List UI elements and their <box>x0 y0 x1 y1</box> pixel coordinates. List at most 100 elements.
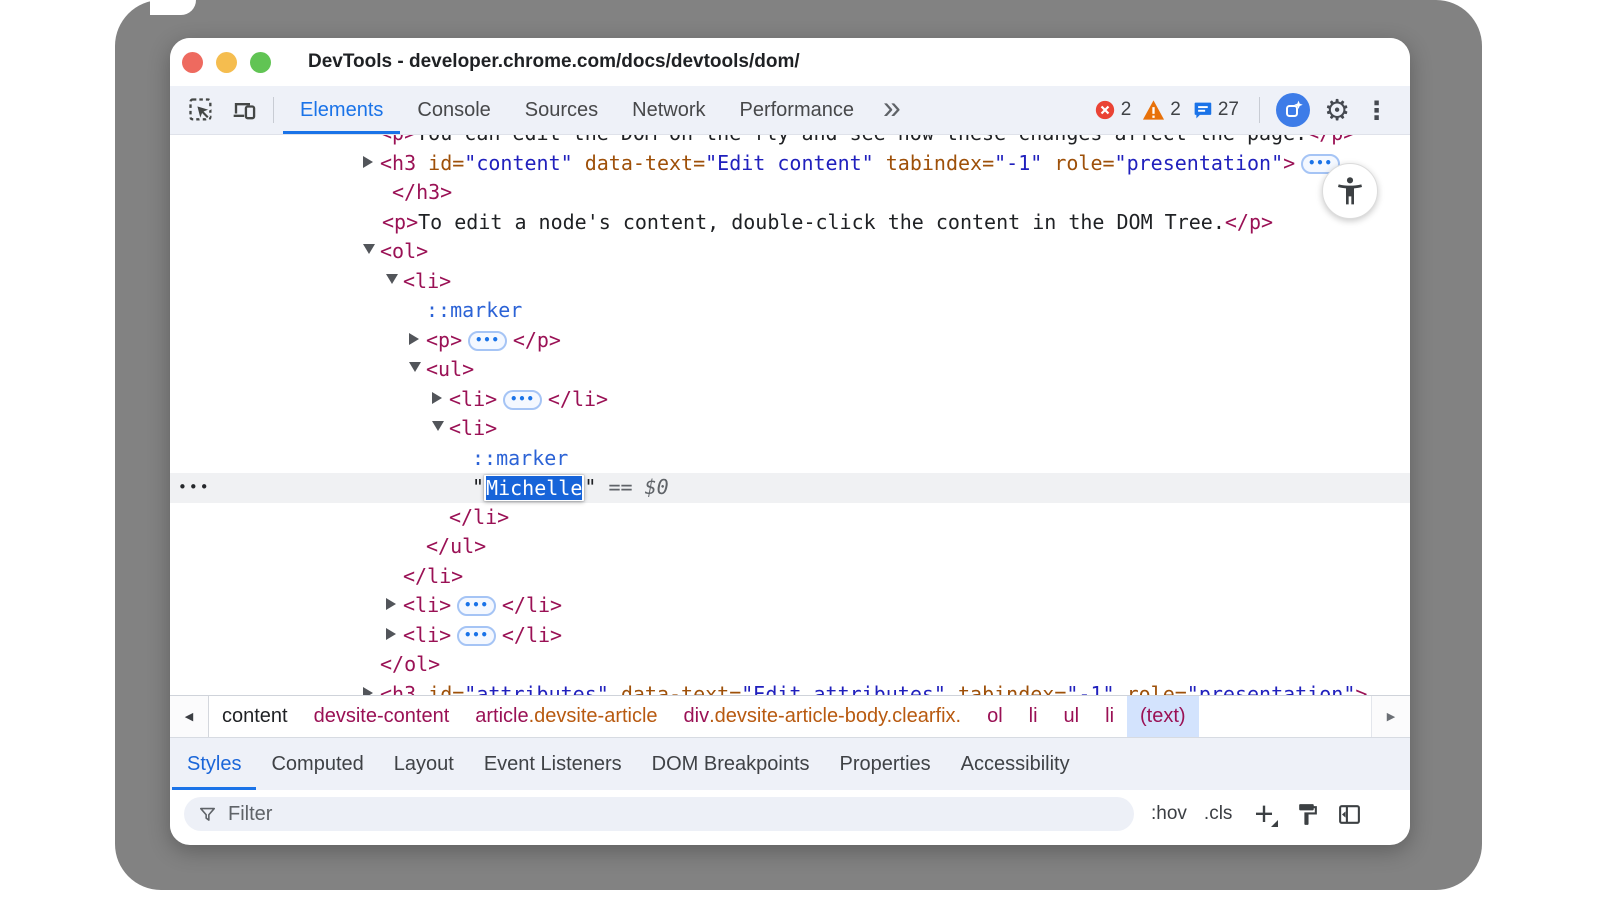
node-pseudo: ::marker <box>472 446 568 470</box>
expand-arrow-down-icon[interactable] <box>409 362 421 372</box>
toolbar-divider <box>273 97 274 123</box>
expand-arrow-down-icon[interactable] <box>363 244 375 254</box>
dom-tree-row[interactable]: <ul> <box>170 355 1410 385</box>
dom-tree-row[interactable]: </ul> <box>170 532 1410 562</box>
devtools-window: DevTools - developer.chrome.com/docs/dev… <box>170 38 1410 845</box>
zoom-window-button[interactable] <box>250 52 271 73</box>
dom-tree-row[interactable]: <li> <box>170 267 1410 297</box>
node-tag: <li> <box>449 387 497 411</box>
expand-arrow-right-icon[interactable] <box>363 687 373 696</box>
breadcrumb-item-div[interactable]: div.devsite-article-body.clearfix. <box>671 696 975 737</box>
expand-arrow-right-icon[interactable] <box>432 392 442 404</box>
expand-arrow-right-icon[interactable] <box>386 598 396 610</box>
issues-count: 27 <box>1218 99 1239 121</box>
toggle-sidebar-icon[interactable] <box>1337 802 1362 827</box>
dom-tree-row[interactable]: </ol> <box>170 650 1410 680</box>
breadcrumb-item-article[interactable]: article.devsite-article <box>462 696 670 737</box>
dom-tree-row[interactable]: <p>To edit a node's content, double-clic… <box>170 208 1410 238</box>
accessibility-person-icon[interactable] <box>1322 163 1378 219</box>
issues-icon[interactable] <box>1192 100 1213 121</box>
inline-text-editor[interactable]: Michelle <box>484 475 584 501</box>
node-tag: </p> <box>1225 210 1273 234</box>
node-tag: </li> <box>403 564 463 588</box>
dom-tree-row[interactable]: <p>•••</p> <box>170 326 1410 356</box>
node-tag: </li> <box>548 387 608 411</box>
tab-elements[interactable]: Elements <box>283 86 400 134</box>
expand-arrow-down-icon[interactable] <box>386 274 398 284</box>
pane-tab-dom-breakpoints[interactable]: DOM Breakpoints <box>637 738 825 790</box>
pane-tab-layout[interactable]: Layout <box>379 738 469 790</box>
inline-expand-icon[interactable]: ••• <box>457 626 496 646</box>
settings-gear-icon[interactable]: ⚙ <box>1324 96 1350 125</box>
pseudo-state-toggle[interactable]: :hov <box>1151 803 1187 825</box>
node-tag: <li> <box>403 269 451 293</box>
filter-input[interactable] <box>226 802 1120 827</box>
close-window-button[interactable] <box>182 52 203 73</box>
dom-tree-row[interactable]: "Michelle" == $0••• <box>170 473 1410 503</box>
dom-tree-row[interactable]: </h3> <box>170 178 1410 208</box>
dom-tree-row[interactable]: <h3 id="content" data-text="Edit content… <box>170 149 1410 179</box>
filter-input-pill[interactable] <box>184 797 1134 831</box>
more-menu-icon[interactable]: ⋮ <box>1364 98 1389 123</box>
inline-expand-icon[interactable]: ••• <box>468 331 507 351</box>
tab-sources[interactable]: Sources <box>508 86 615 134</box>
dom-tree-row[interactable]: <li>•••</li> <box>170 621 1410 651</box>
tab-network[interactable]: Network <box>615 86 722 134</box>
tab-performance[interactable]: Performance <box>723 86 872 134</box>
minimize-window-button[interactable] <box>216 52 237 73</box>
tab-console[interactable]: Console <box>400 86 507 134</box>
expand-arrow-right-icon[interactable] <box>386 628 396 640</box>
breadcrumb-item-content[interactable]: content <box>209 696 301 737</box>
expand-arrow-right-icon[interactable] <box>363 156 373 168</box>
inspect-icon[interactable] <box>187 96 215 124</box>
pane-tab-event-listeners[interactable]: Event Listeners <box>469 738 637 790</box>
dom-tree-row[interactable]: <li>•••</li> <box>170 591 1410 621</box>
dom-tree-row[interactable]: <li> ••• </li> <box>170 385 1410 415</box>
crumb-part: ul <box>1064 705 1080 728</box>
dom-tree-row[interactable]: <li> <box>170 414 1410 444</box>
breadcrumb-item-ul[interactable]: ul <box>1051 696 1093 737</box>
new-style-rule-button[interactable]: + <box>1254 801 1277 827</box>
ai-assistance-icon[interactable] <box>1276 93 1310 127</box>
row-more-actions-icon[interactable]: ••• <box>178 473 211 503</box>
breadcrumb-item-ol[interactable]: ol <box>974 696 1016 737</box>
dom-tree-row[interactable]: ::marker <box>170 296 1410 326</box>
class-toggle[interactable]: .cls <box>1204 803 1233 825</box>
dom-tree-row[interactable]: </li> <box>170 503 1410 533</box>
crumb-part: (text) <box>1140 705 1186 728</box>
pane-tab-computed[interactable]: Computed <box>256 738 378 790</box>
inline-expand-icon[interactable]: ••• <box>457 596 496 616</box>
breadcrumb-item-devsite-content[interactable]: devsite-content <box>301 696 463 737</box>
device-toolbar-icon[interactable] <box>229 96 257 124</box>
pane-tab-properties[interactable]: Properties <box>825 738 946 790</box>
expand-arrow-down-icon[interactable] <box>432 421 444 431</box>
breadcrumb-item-li[interactable]: li <box>1092 696 1127 737</box>
node-tag: </ol> <box>380 652 440 676</box>
dom-tree-row[interactable]: <p>You can edit the DOM on the fly and s… <box>170 135 1410 149</box>
inline-expand-icon[interactable]: ••• <box>503 390 542 410</box>
format-paint-icon[interactable] <box>1295 802 1320 827</box>
filter-funnel-icon <box>198 805 217 824</box>
node-tag: <h3 <box>380 682 416 696</box>
breadcrumb-item-text[interactable]: (text) <box>1127 696 1199 737</box>
breadcrumb-scroll-left-button[interactable]: ◀ <box>170 696 209 737</box>
dom-tree-row[interactable]: </li> <box>170 562 1410 592</box>
node-dollar: $0 <box>645 475 669 499</box>
devtools-tab-bar: ElementsConsoleSourcesNetworkPerformance <box>283 86 871 134</box>
breadcrumb-item-li[interactable]: li <box>1016 696 1051 737</box>
warning-icon[interactable] <box>1142 99 1165 121</box>
pane-tab-accessibility[interactable]: Accessibility <box>946 738 1085 790</box>
expand-arrow-right-icon[interactable] <box>409 333 419 345</box>
dom-tree: <p>You can edit the DOM on the fly and s… <box>170 135 1410 695</box>
node-tag: > <box>1283 151 1295 175</box>
more-tabs-button[interactable]: » <box>871 91 913 123</box>
pane-tab-styles[interactable]: Styles <box>172 738 256 790</box>
dom-tree-row[interactable]: ::marker <box>170 444 1410 474</box>
node-attr: data-text= <box>573 151 705 175</box>
dom-tree-row[interactable]: <ol> <box>170 237 1410 267</box>
crumb-part: li <box>1105 705 1114 728</box>
error-icon[interactable] <box>1094 99 1116 121</box>
breadcrumb-scroll-right-button[interactable]: ▶ <box>1371 696 1410 737</box>
dom-tree-row[interactable]: <h3 id="attributes" data-text="Edit attr… <box>170 680 1410 696</box>
node-tag: </p> <box>513 328 561 352</box>
